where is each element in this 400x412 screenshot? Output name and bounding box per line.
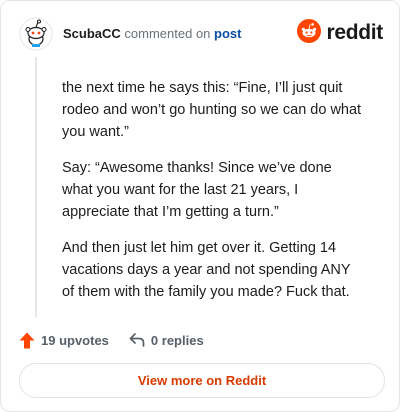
comment-actions: 19 upvotes 0 replies bbox=[19, 329, 224, 351]
upvote-count: 19 upvotes bbox=[41, 332, 109, 348]
username-link[interactable]: ScubaCC bbox=[63, 26, 121, 41]
comment-embed-card: ScubaCC commented on post reddit the nex… bbox=[0, 0, 400, 412]
comment-paragraph: the next time he says this: “Fine, I’ll … bbox=[62, 80, 362, 140]
comment-body: the next time he says this: “Fine, I’ll … bbox=[62, 77, 364, 317]
commented-on-text: commented on bbox=[124, 26, 211, 41]
reply-arrow-icon bbox=[129, 333, 145, 347]
byline: ScubaCC commented on post bbox=[63, 26, 242, 42]
comment-paragraph: Say: “Awesome thanks! Since we’ve done w… bbox=[62, 160, 332, 220]
comment-header: ScubaCC commented on post reddit bbox=[19, 17, 383, 51]
comment-paragraph: And then just let him get over it. Getti… bbox=[62, 240, 351, 300]
reddit-brand[interactable]: reddit bbox=[297, 18, 383, 48]
reply-count: 0 replies bbox=[150, 332, 204, 348]
reddit-logo-icon bbox=[297, 18, 322, 48]
upvote-arrow-icon bbox=[19, 332, 35, 348]
reddit-wordmark: reddit bbox=[326, 21, 383, 44]
reply-button[interactable]: 0 replies bbox=[129, 333, 204, 348]
view-more-button[interactable]: View more on Reddit bbox=[19, 363, 385, 398]
thread-line bbox=[35, 57, 37, 317]
snoo-avatar-icon[interactable] bbox=[19, 17, 53, 51]
upvote-button[interactable]: 19 upvotes bbox=[19, 332, 109, 349]
post-link[interactable]: post bbox=[214, 26, 241, 41]
